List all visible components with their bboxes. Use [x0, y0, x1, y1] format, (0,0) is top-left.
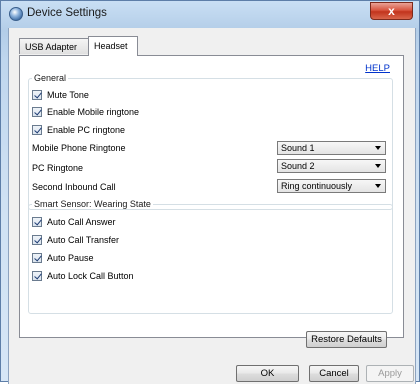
pc-ringtone-label: PC Ringtone: [32, 163, 84, 173]
second-inbound-call-value: Ring continuously: [281, 181, 353, 191]
mobile-phone-ringtone-value: Sound 1: [281, 143, 315, 153]
enable-pc-ringtone-label: Enable PC ringtone: [47, 125, 126, 135]
checkmark-icon: [32, 235, 42, 245]
dialog-client-area: USB Adapter Headset HELP General Mute To…: [8, 28, 416, 384]
general-group-label: General: [32, 73, 69, 83]
tab-headset[interactable]: Headset: [88, 36, 138, 56]
smart-sensor-group: Smart Sensor: Wearing State Auto Call An…: [28, 199, 393, 314]
checkmark-icon: [32, 90, 42, 100]
second-inbound-call-select[interactable]: Ring continuously: [277, 179, 386, 193]
dropdown-arrow-icon: [375, 146, 381, 150]
window-title: Device Settings: [27, 7, 107, 19]
auto-lock-call-button-label: Auto Lock Call Button: [47, 271, 134, 281]
enable-mobile-ringtone-checkbox[interactable]: Enable Mobile ringtone: [32, 105, 139, 119]
auto-pause-label: Auto Pause: [47, 253, 94, 263]
restore-defaults-button[interactable]: Restore Defaults: [306, 331, 387, 348]
mute-tone-checkbox[interactable]: Mute Tone: [32, 88, 89, 102]
checkmark-icon: [32, 253, 42, 263]
apply-button[interactable]: Apply: [366, 365, 414, 382]
dropdown-arrow-icon: [375, 164, 381, 168]
mobile-phone-ringtone-select[interactable]: Sound 1: [277, 141, 386, 155]
auto-call-answer-label: Auto Call Answer: [47, 217, 116, 227]
checkmark-icon: [32, 107, 42, 117]
general-group: General Mute Tone Enable Mobile ringtone…: [28, 73, 393, 210]
title-bar[interactable]: Device Settings x: [1, 1, 419, 27]
cancel-button[interactable]: Cancel: [309, 365, 359, 382]
close-button[interactable]: x: [370, 2, 413, 20]
smart-sensor-group-label: Smart Sensor: Wearing State: [32, 199, 153, 209]
second-inbound-call-label: Second Inbound Call: [32, 182, 116, 192]
pc-ringtone-select[interactable]: Sound 2: [277, 159, 386, 173]
mute-tone-label: Mute Tone: [47, 90, 89, 100]
ok-button[interactable]: OK: [236, 365, 299, 382]
help-link[interactable]: HELP: [365, 63, 390, 74]
mobile-phone-ringtone-label: Mobile Phone Ringtone: [32, 143, 126, 153]
headset-tab-panel: HELP General Mute Tone Enable Mobile rin…: [19, 55, 404, 338]
enable-mobile-ringtone-label: Enable Mobile ringtone: [47, 107, 140, 117]
checkmark-icon: [32, 271, 42, 281]
app-icon: [9, 7, 23, 21]
auto-call-transfer-label: Auto Call Transfer: [47, 235, 120, 245]
checkmark-icon: [32, 217, 42, 227]
auto-lock-call-button-checkbox[interactable]: Auto Lock Call Button: [32, 269, 134, 283]
device-settings-window: Device Settings x USB Adapter Headset HE…: [0, 0, 420, 384]
auto-call-transfer-checkbox[interactable]: Auto Call Transfer: [32, 233, 119, 247]
auto-pause-checkbox[interactable]: Auto Pause: [32, 251, 94, 265]
tab-usb-adapter[interactable]: USB Adapter: [19, 38, 89, 54]
auto-call-answer-checkbox[interactable]: Auto Call Answer: [32, 215, 116, 229]
enable-pc-ringtone-checkbox[interactable]: Enable PC ringtone: [32, 123, 125, 137]
pc-ringtone-value: Sound 2: [281, 161, 315, 171]
dropdown-arrow-icon: [375, 184, 381, 188]
checkmark-icon: [32, 125, 42, 135]
